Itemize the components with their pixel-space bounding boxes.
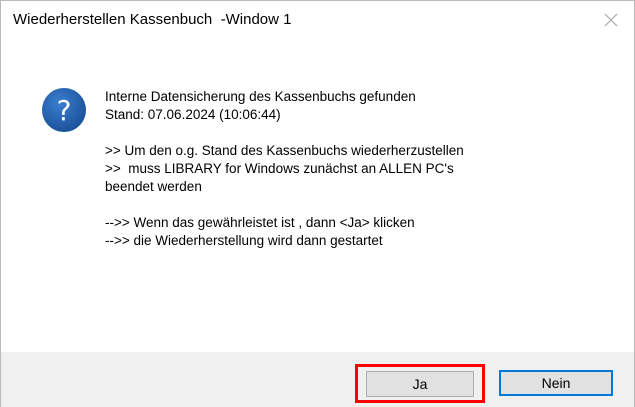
message-line: Interne Datensicherung des Kassenbuchs g… <box>105 89 416 104</box>
window-title: Wiederherstellen Kassenbuch -Window 1 <box>13 11 292 28</box>
message-line: beendet werden <box>105 179 202 194</box>
yes-button[interactable]: Ja <box>366 371 474 397</box>
highlight-box: Ja <box>355 364 485 403</box>
close-icon <box>604 13 618 27</box>
svg-text:?: ? <box>57 94 72 127</box>
title-bar: Wiederherstellen Kassenbuch -Window 1 <box>1 1 634 39</box>
dialog-content: ? Interne Datensicherung des Kassenbuchs… <box>1 39 634 352</box>
message-dialog: Wiederherstellen Kassenbuch -Window 1 ? … <box>0 0 635 407</box>
message-line: >> Um den o.g. Stand des Kassenbuchs wie… <box>105 143 464 158</box>
message-line: >> muss LIBRARY for Windows zunächst an … <box>105 161 454 176</box>
close-button[interactable] <box>588 1 634 39</box>
message-text: Interne Datensicherung des Kassenbuchs g… <box>105 88 625 250</box>
message-line: -->> die Wiederherstellung wird dann ges… <box>105 233 383 248</box>
message-line: Stand: 07.06.2024 (10:06:44) <box>105 107 281 122</box>
question-icon: ? <box>42 88 86 132</box>
no-button[interactable]: Nein <box>499 370 613 396</box>
message-line: -->> Wenn das gewährleistet ist , dann <… <box>105 215 415 230</box>
